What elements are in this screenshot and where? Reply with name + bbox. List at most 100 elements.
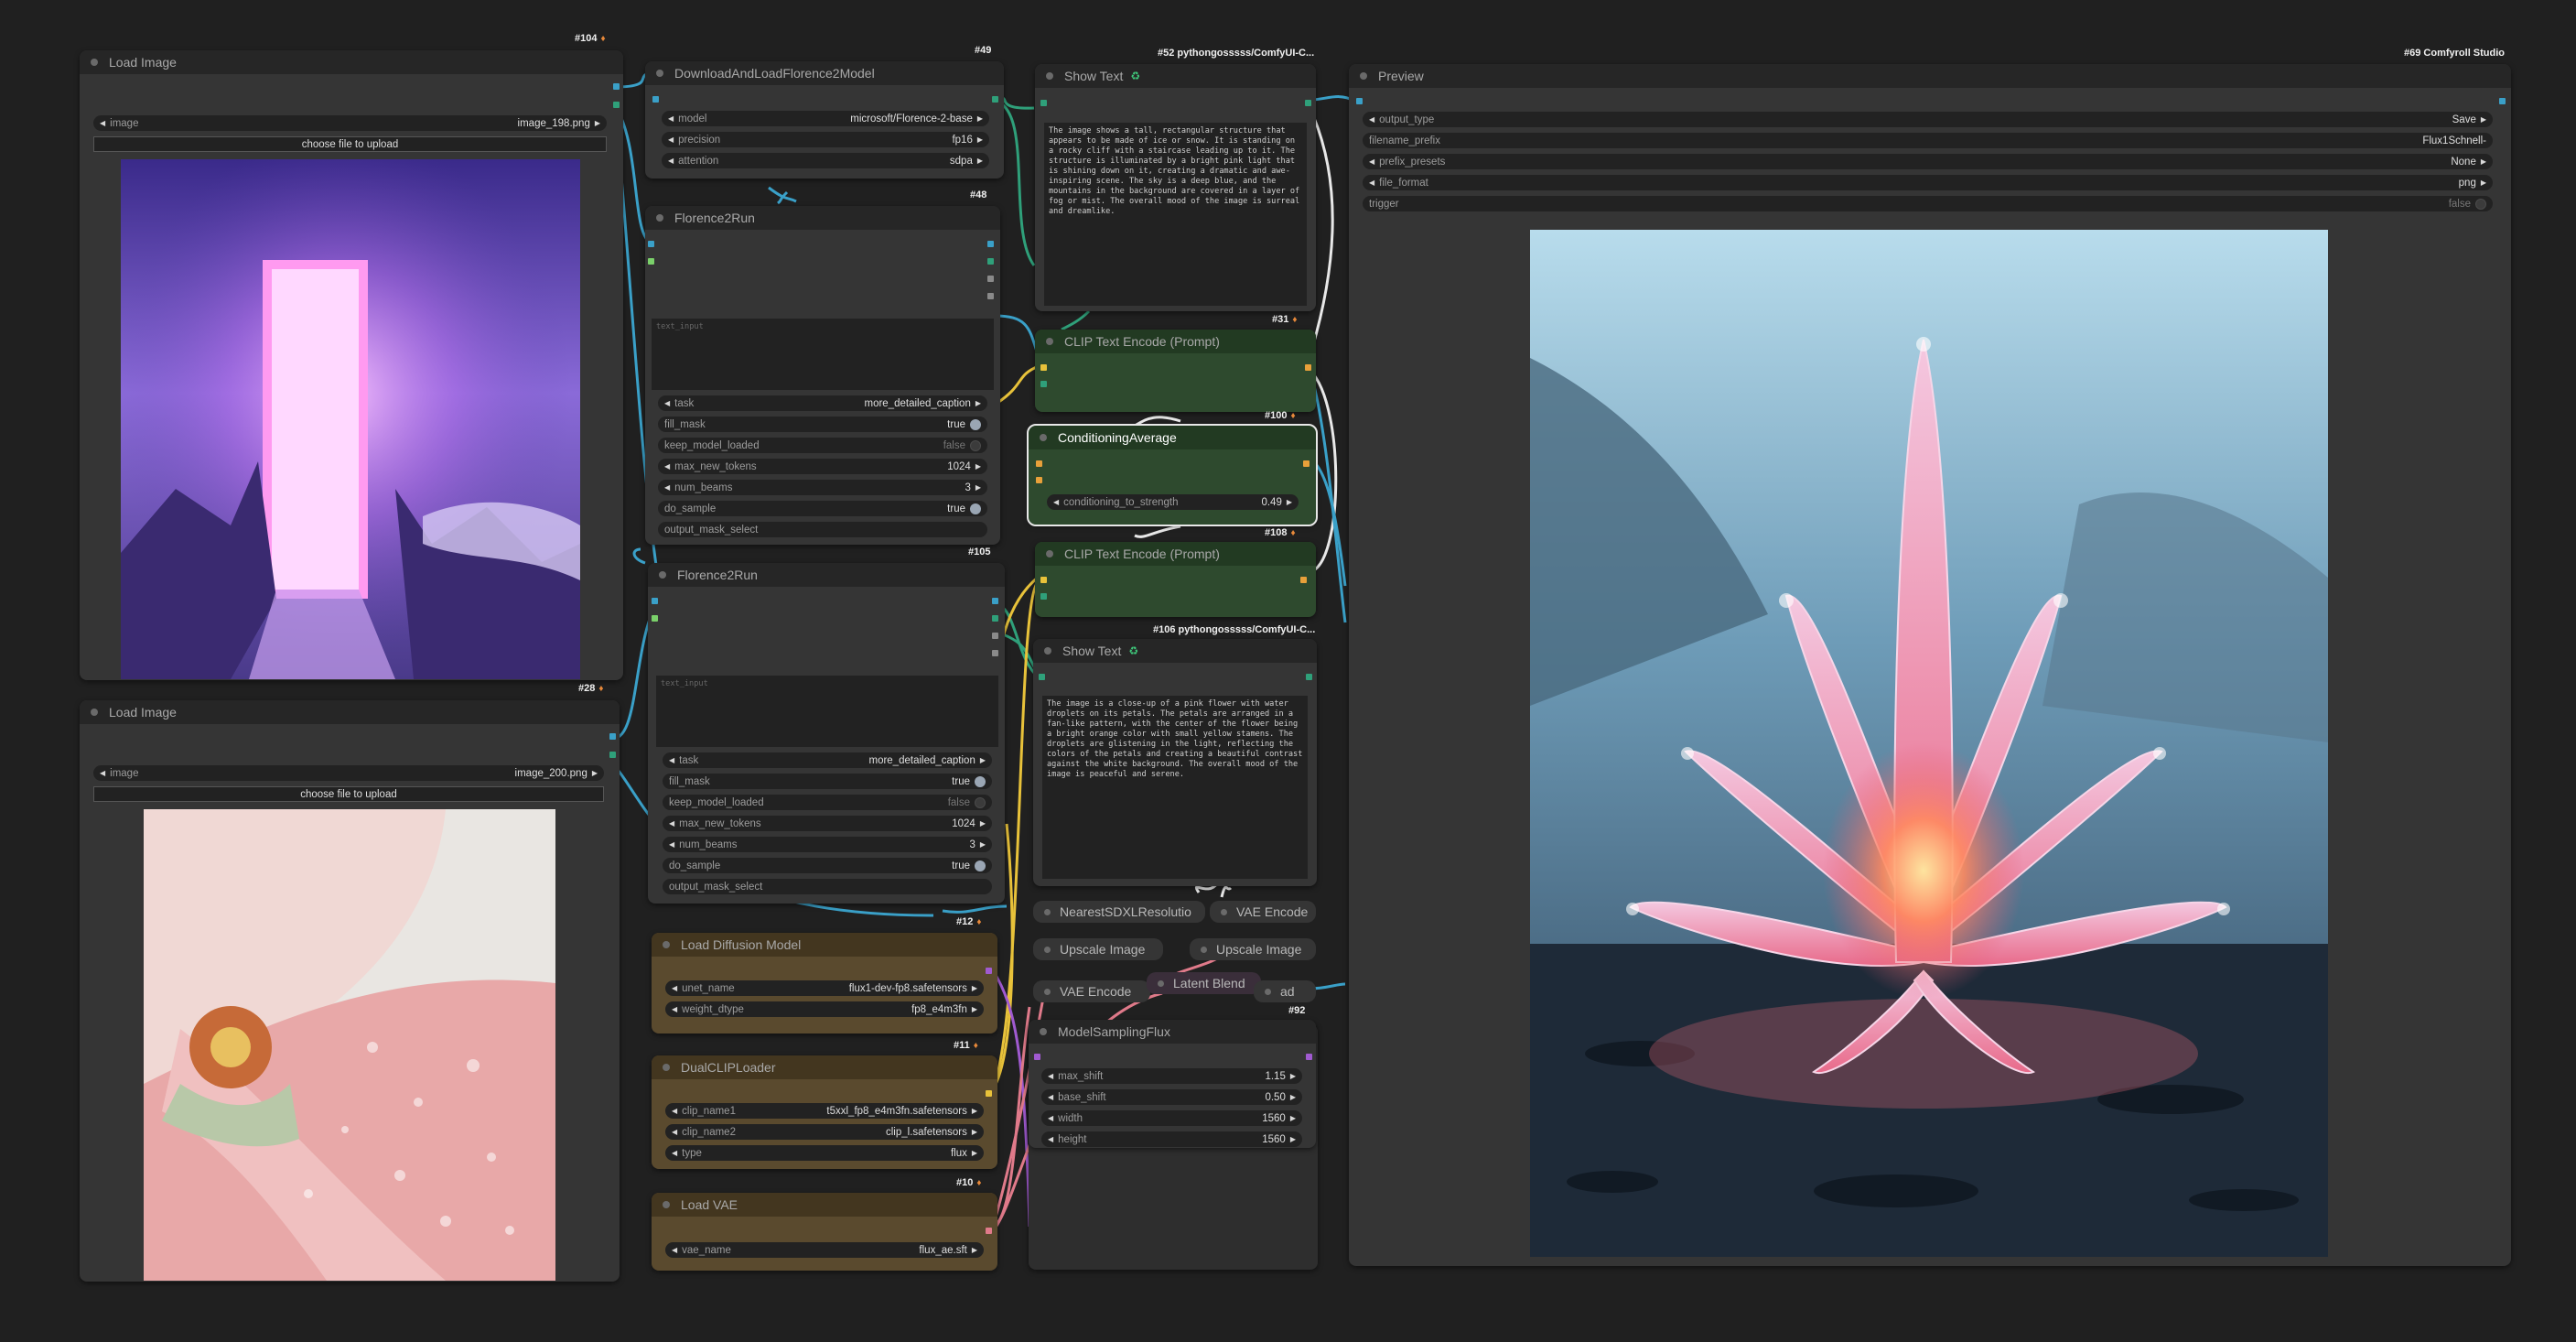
keep-model-loaded-toggle[interactable]: keep_model_loaded false	[663, 795, 992, 810]
output-port[interactable]	[613, 102, 620, 108]
model-widget[interactable]: modelmicrosoft/Florence-2-base	[662, 111, 989, 126]
node-header[interactable]: Florence2Run	[645, 206, 1000, 230]
input-port[interactable]	[648, 241, 654, 247]
show-text-node-1[interactable]: Show Text ♻ The image shows a tall, recta…	[1035, 64, 1316, 311]
load-vae-node[interactable]: Load VAE vae_nameflux_ae.sft	[652, 1193, 997, 1271]
output-mask-select-widget[interactable]: output_mask_select	[663, 879, 992, 894]
input-port[interactable]	[1036, 477, 1042, 483]
collapse-dot-icon[interactable]	[1046, 550, 1053, 557]
num-beams-widget[interactable]: num_beams3	[663, 837, 992, 852]
collapse-dot-icon[interactable]	[656, 70, 663, 77]
output-port[interactable]	[992, 96, 998, 103]
collapse-dot-icon[interactable]	[1046, 338, 1053, 345]
input-port[interactable]	[648, 258, 654, 265]
output-port[interactable]	[992, 598, 998, 604]
output-port[interactable]	[1305, 364, 1311, 371]
output-port[interactable]	[987, 258, 994, 265]
file-format-widget[interactable]: file_formatpng	[1363, 175, 2493, 190]
output-port[interactable]	[1306, 674, 1312, 680]
clip-name2-widget[interactable]: clip_name2clip_l.safetensors	[665, 1124, 984, 1140]
model-sampling-flux-node[interactable]: ModelSamplingFlux max_shift1.15 base_shi…	[1029, 1020, 1316, 1148]
node-header[interactable]: ModelSamplingFlux	[1029, 1020, 1316, 1044]
node-header[interactable]: Show Text ♻	[1035, 64, 1316, 88]
height-widget[interactable]: height1560	[1041, 1131, 1302, 1147]
node-header[interactable]: Load Image	[80, 700, 620, 724]
florence-run-node-1[interactable]: Florence2Run text_input taskmore_detaile…	[645, 206, 1000, 545]
output-port[interactable]	[986, 1090, 992, 1097]
show-text-area[interactable]: The image is a close-up of a pink flower…	[1042, 696, 1308, 879]
input-port[interactable]	[1040, 577, 1047, 583]
do-sample-toggle[interactable]: do_sample true	[663, 858, 992, 873]
output-port[interactable]	[992, 633, 998, 639]
text-input-area[interactable]: text_input	[656, 676, 998, 747]
keep-model-loaded-toggle[interactable]: keep_model_loaded false	[658, 438, 987, 453]
output-port[interactable]	[1306, 1054, 1312, 1060]
ad-node[interactable]: ad	[1254, 980, 1316, 1002]
collapse-dot-icon[interactable]	[91, 709, 98, 716]
vae-encode-node-1[interactable]: VAE Encode	[1210, 901, 1316, 923]
node-header[interactable]: Preview	[1349, 64, 2511, 88]
max-new-tokens-widget[interactable]: max_new_tokens1024	[663, 816, 992, 831]
weight-dtype-widget[interactable]: weight_dtypefp8_e4m3fn	[665, 1001, 984, 1017]
output-port[interactable]	[992, 650, 998, 656]
clip-type-widget[interactable]: typeflux	[665, 1145, 984, 1161]
node-header[interactable]: DownloadAndLoadFlorence2Model	[645, 61, 1004, 85]
input-port[interactable]	[1356, 98, 1363, 104]
collapse-dot-icon[interactable]	[1201, 946, 1207, 953]
dual-clip-loader-node[interactable]: DualCLIPLoader clip_name1t5xxl_fp8_e4m3f…	[652, 1055, 997, 1169]
show-text-area[interactable]: The image shows a tall, rectangular stru…	[1044, 123, 1307, 306]
input-port[interactable]	[1040, 364, 1047, 371]
image-select-widget[interactable]: imageimage_198.png	[93, 115, 607, 131]
collapse-dot-icon[interactable]	[1044, 946, 1051, 953]
input-port[interactable]	[1036, 460, 1042, 467]
collapse-dot-icon[interactable]	[663, 941, 670, 948]
prefix-presets-widget[interactable]: prefix_presetsNone	[1363, 154, 2493, 169]
output-port[interactable]	[1303, 460, 1310, 467]
collapse-dot-icon[interactable]	[1044, 647, 1051, 655]
output-port[interactable]	[609, 733, 616, 740]
output-port[interactable]	[613, 83, 620, 90]
text-input-area[interactable]: text_input	[652, 319, 994, 390]
output-port[interactable]	[987, 241, 994, 247]
output-port[interactable]	[987, 276, 994, 282]
output-port[interactable]	[986, 968, 992, 974]
collapse-dot-icon[interactable]	[656, 214, 663, 222]
nearest-sdxl-resolution-node[interactable]: NearestSDXLResolutio	[1033, 901, 1205, 923]
num-beams-widget[interactable]: num_beams3	[658, 480, 987, 495]
max-shift-widget[interactable]: max_shift1.15	[1041, 1068, 1302, 1084]
input-port[interactable]	[1040, 593, 1047, 600]
input-port[interactable]	[1039, 674, 1045, 680]
clip-text-encode-node-2[interactable]: CLIP Text Encode (Prompt)	[1035, 542, 1316, 617]
base-shift-widget[interactable]: base_shift0.50	[1041, 1089, 1302, 1105]
node-header[interactable]: ConditioningAverage	[1029, 426, 1316, 449]
trigger-toggle[interactable]: trigger false	[1363, 196, 2493, 211]
show-text-node-2[interactable]: Show Text ♻ The image is a close-up of a …	[1033, 639, 1317, 886]
collapse-dot-icon[interactable]	[1360, 72, 1367, 80]
collapse-dot-icon[interactable]	[1040, 434, 1047, 441]
clip-name1-widget[interactable]: clip_name1t5xxl_fp8_e4m3fn.safetensors	[665, 1103, 984, 1119]
fill-mask-toggle[interactable]: fill_mask true	[658, 417, 987, 432]
attention-widget[interactable]: attentionsdpa	[662, 153, 989, 168]
collapse-dot-icon[interactable]	[1265, 988, 1271, 995]
output-port[interactable]	[609, 752, 616, 758]
node-header[interactable]: Load VAE	[652, 1193, 997, 1217]
collapse-dot-icon[interactable]	[1044, 908, 1051, 915]
do-sample-toggle[interactable]: do_sample true	[658, 501, 987, 516]
load-image-node-1[interactable]: Load Image imageimage_198.png choose fil…	[80, 50, 623, 680]
output-type-widget[interactable]: output_typeSave	[1363, 112, 2493, 127]
collapse-dot-icon[interactable]	[1046, 72, 1053, 80]
collapse-dot-icon[interactable]	[663, 1201, 670, 1208]
output-port[interactable]	[1300, 577, 1307, 583]
vae-name-widget[interactable]: vae_nameflux_ae.sft	[665, 1242, 984, 1258]
upscale-image-node-1[interactable]: Upscale Image	[1033, 938, 1163, 960]
florence-run-node-2[interactable]: Florence2Run text_input taskmore_detaile…	[648, 563, 1005, 904]
upscale-image-node-2[interactable]: Upscale Image	[1190, 938, 1316, 960]
max-new-tokens-widget[interactable]: max_new_tokens1024	[658, 459, 987, 474]
node-header[interactable]: DualCLIPLoader	[652, 1055, 997, 1079]
node-header[interactable]: Florence2Run	[648, 563, 1005, 587]
load-diffusion-model-node[interactable]: Load Diffusion Model unet_nameflux1-dev-…	[652, 933, 997, 1034]
latent-blend-node[interactable]: Latent Blend	[1147, 972, 1261, 994]
conditioning-average-node[interactable]: ConditioningAverage conditioning_to_stre…	[1027, 424, 1318, 526]
node-header[interactable]: Show Text ♻	[1033, 639, 1317, 663]
input-port[interactable]	[1034, 1054, 1040, 1060]
